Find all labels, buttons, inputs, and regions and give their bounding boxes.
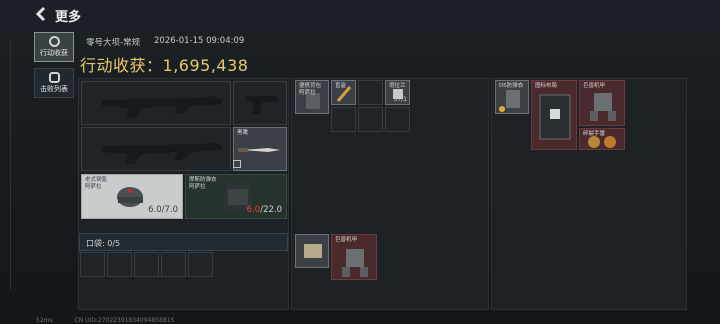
secondary-weapon-slot[interactable] <box>81 127 231 171</box>
rig-item-name: 塔拉兰 <box>389 83 406 89</box>
rig-item-slot[interactable]: 盲盒 <box>331 80 356 105</box>
expand-icon <box>233 160 241 168</box>
target-icon <box>48 36 60 47</box>
container-item-slot[interactable] <box>295 234 329 268</box>
rig-empty-slot[interactable] <box>385 107 410 132</box>
skull-icon <box>48 72 60 83</box>
knife-slot[interactable]: 黑鹰 <box>233 127 287 171</box>
income-value: 1,695,438 <box>162 56 249 75</box>
rig-panel: 便携背包 阿萨拉 盲盒 塔拉兰 57/1 巨兽机甲 <box>291 78 489 310</box>
income-total: 行动收获：1,695,438 <box>80 52 248 76</box>
match-datetime: 2026-01-15 09:04:09 <box>154 36 245 46</box>
backpack-panel: DS防弹衣 图标布局 巨兽机甲 碎裂手雷 <box>491 78 687 310</box>
backpack-item-slot[interactable]: DS防弹衣 <box>495 80 529 114</box>
decor-line <box>10 40 11 290</box>
backpack-item-name: 巨兽机甲 <box>583 83 606 89</box>
armor-slot[interactable]: 摩斯防弹衣 阿萨拉 6.0/22.0 <box>185 174 287 219</box>
backpack-item-slot[interactable]: 巨兽机甲 <box>579 80 625 126</box>
rig-item-name: 便携背包 阿萨拉 <box>299 83 322 96</box>
pocket-slot[interactable] <box>161 252 186 277</box>
container-item-name: 巨兽机甲 <box>335 237 358 243</box>
pocket-slot[interactable] <box>188 252 213 277</box>
rifle-icon <box>102 96 222 118</box>
rig-empty-slot[interactable] <box>358 107 383 132</box>
armor-durability: 6.0/22.0 <box>247 205 282 215</box>
rig-item-slot[interactable]: 塔拉兰 57/1 <box>385 80 410 105</box>
chevron-left-icon <box>35 6 46 22</box>
pocket-slot[interactable] <box>107 252 132 277</box>
tab-label: 击败列表 <box>40 85 68 93</box>
tab-label: 行动收获 <box>40 49 68 57</box>
book-icon <box>304 244 322 258</box>
uid-text: CN UID:2702239183409485881S <box>74 317 175 324</box>
rig-item-count: 57/1 <box>393 96 407 103</box>
rig-empty-slot[interactable] <box>358 80 383 105</box>
rig-item-name: 盲盒 <box>335 83 347 89</box>
backpack-item-slot[interactable]: 图标布局 <box>531 80 577 150</box>
helmet-slot[interactable]: 老式钢盔 阿萨拉 6.0/7.0 <box>81 174 183 219</box>
armor-durability-max: /22.0 <box>260 205 282 215</box>
backpack-item-name: 碎裂手雷 <box>583 131 606 137</box>
pistol-icon <box>246 96 278 114</box>
backpack-item-name: 图标布局 <box>535 83 558 89</box>
map-name: 零号大坝-常规 <box>86 38 141 48</box>
safe-icon <box>539 94 571 140</box>
container-item-slot[interactable]: 巨兽机甲 <box>331 234 377 280</box>
primary-weapon-slot[interactable] <box>81 81 231 125</box>
tab-kill-list[interactable]: 击败列表 <box>34 68 74 98</box>
backpack-item-name: DS防弹衣 <box>499 83 524 89</box>
pocket-label: 口袋: 0/5 <box>86 239 121 248</box>
helmet-name: 老式钢盔 阿萨拉 <box>85 177 108 190</box>
armor-name: 摩斯防弹衣 阿萨拉 <box>189 177 217 190</box>
helmet-durability: 6.0/7.0 <box>148 205 178 215</box>
rifle-icon <box>102 142 222 164</box>
income-label: 行动收获： <box>80 56 163 75</box>
backpack-item-slot[interactable]: 碎裂手雷 <box>579 128 625 150</box>
pocket-slot[interactable] <box>134 252 159 277</box>
back-button[interactable] <box>34 6 52 24</box>
ping-text: 52ms <box>36 317 53 324</box>
rig-item-slot[interactable]: 便携背包 阿萨拉 <box>295 80 329 114</box>
page-title: 更多 <box>55 10 82 25</box>
footer: 52ms CN UID:2702239183409485881S <box>36 317 194 324</box>
knife-name: 黑鹰 <box>237 130 249 136</box>
pistol-slot[interactable] <box>233 81 287 125</box>
rig-empty-slot[interactable] <box>331 107 356 132</box>
tab-action-income[interactable]: 行动收获 <box>34 32 74 62</box>
pocket-slot[interactable] <box>80 252 105 277</box>
armor-durability-current: 6.0 <box>246 205 261 215</box>
